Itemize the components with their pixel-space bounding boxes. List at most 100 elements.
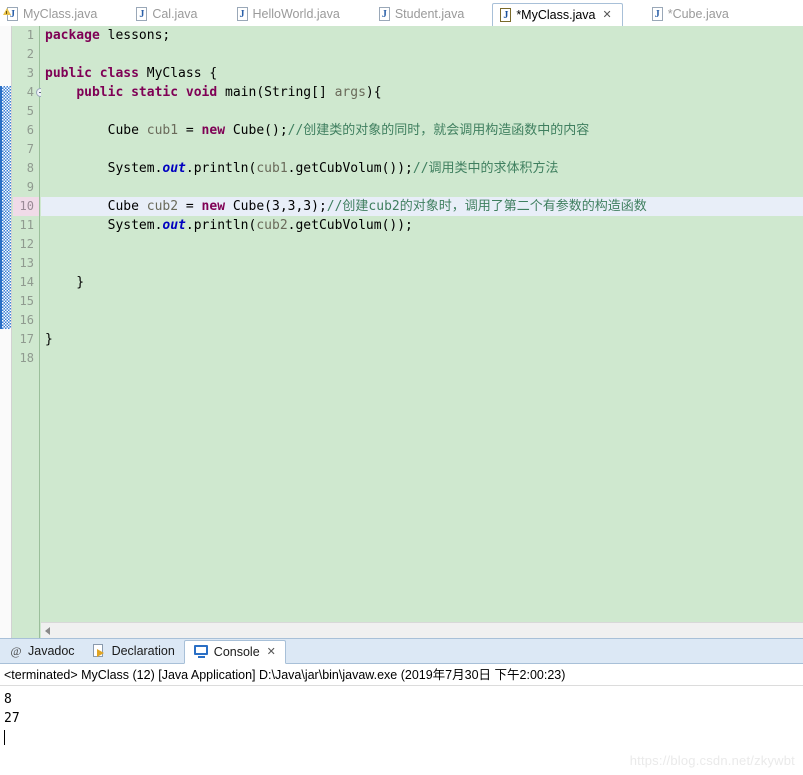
java-letter-glyph: J (239, 8, 245, 20)
code-line-9[interactable] (41, 178, 803, 197)
line-number-14[interactable]: 14 (13, 273, 39, 292)
line-number-1[interactable]: 1 (13, 26, 39, 45)
line-number-4[interactable]: 4 (13, 83, 45, 102)
editor-tab-caljava[interactable]: J Cal.java (129, 2, 207, 26)
code-token-fld: out (162, 161, 186, 176)
java-file-icon: J (651, 6, 664, 22)
line-number-18[interactable]: 18 (13, 349, 39, 368)
code-token-plain: System. (45, 218, 163, 233)
console-caret (4, 730, 5, 745)
code-token-plain: System. (45, 161, 163, 176)
code-line-13[interactable] (41, 254, 803, 273)
line-number-gutter[interactable]: 1 2 3 4 5 6 7 8 9 10 11 12 13 14 15 16 17 18 (13, 26, 45, 638)
code-token-plain: .println( (185, 161, 257, 176)
declaration-arrow-shape (96, 649, 104, 657)
line-number-2[interactable]: 2 (13, 45, 39, 64)
java-letter-glyph: J (139, 8, 145, 20)
panel-tab-console[interactable]: Console ✕ (183, 640, 286, 664)
panel-tab-bar: @ Javadoc Declaration Console ✕ (0, 639, 803, 664)
code-token-kw: package (45, 28, 100, 43)
code-editor[interactable]: 1 2 3 4 5 6 7 8 9 10 11 12 13 14 15 16 17 18 package less… (0, 26, 803, 638)
code-line-18[interactable] (41, 349, 803, 368)
editor-tab-cubejava[interactable]: J *Cube.java (645, 2, 739, 26)
line-number-13[interactable]: 13 (13, 254, 39, 273)
code-line-5[interactable] (41, 102, 803, 121)
console-stand-shape (197, 656, 205, 658)
panel-tab-label: Javadoc (28, 644, 75, 658)
editor-tab-label: Student.java (394, 7, 465, 21)
code-line-10[interactable]: Cube cub2 = new Cube(3,3,3);//创建cub2的对象时… (41, 197, 803, 216)
line-number-5[interactable]: 5 (13, 102, 39, 121)
code-token-plain: Cube(); (225, 123, 288, 138)
code-token-lvar: args (334, 85, 366, 100)
line-number-8[interactable]: 8 (13, 159, 39, 178)
code-line-4[interactable]: public static void main(String[] args){ (41, 83, 803, 102)
line-number-17[interactable]: 17 (13, 330, 39, 349)
java-file-warning-icon: J (3, 6, 19, 22)
line-number-16[interactable]: 16 (13, 311, 39, 330)
editor-tab-myclassjava[interactable]: J MyClass.java (0, 2, 107, 26)
code-line-6[interactable]: Cube cub1 = new Cube();//创建类的对象的同时，就会调用构… (41, 121, 803, 140)
code-line-7[interactable] (41, 140, 803, 159)
code-token-fld: out (162, 218, 186, 233)
code-line-15[interactable] (41, 292, 803, 311)
editor-tab-studentjava[interactable]: J Student.java (372, 2, 475, 26)
tab-close-icon[interactable]: ✕ (603, 9, 612, 21)
java-letter-glyph: J (381, 8, 387, 20)
console-icon (193, 645, 209, 659)
code-token-lvar: cub1 (256, 161, 288, 176)
code-line-12[interactable] (41, 235, 803, 254)
code-token-plain: .getCubVolum()); (287, 218, 413, 233)
panel-tab-declaration[interactable]: Declaration (84, 639, 184, 663)
line-number-7[interactable]: 7 (13, 140, 39, 159)
scroll-left-arrow-icon[interactable] (45, 627, 50, 635)
code-token-plain: MyClass { (138, 66, 218, 81)
code-token-lvar: cub2 (146, 199, 179, 214)
warning-bang-glyph (5, 10, 7, 14)
editor-tab-helloworldjava[interactable]: J HelloWorld.java (230, 2, 350, 26)
line-number-12[interactable]: 12 (13, 235, 39, 254)
panel-tab-javadoc[interactable]: @ Javadoc (0, 639, 84, 663)
console-output-line: 27 (4, 711, 20, 726)
code-token-plain: Cube (45, 123, 147, 138)
code-text-area[interactable]: package lessons; public class MyClass { … (41, 26, 803, 638)
code-token-plain: } (45, 275, 85, 290)
code-line-3[interactable]: public class MyClass { (41, 64, 803, 83)
code-line-1[interactable]: package lessons; (41, 26, 803, 45)
panel-tab-close-icon[interactable]: ✕ (267, 646, 276, 658)
code-token-plain: Cube (45, 199, 147, 214)
editor-tab-label: Cal.java (152, 7, 198, 21)
line-number-9[interactable]: 9 (13, 178, 39, 197)
code-token-plain: } (45, 332, 53, 347)
code-token-plain: lessons; (99, 28, 171, 43)
editor-tab-label: HelloWorld.java (252, 7, 340, 21)
line-number-3[interactable]: 3 (13, 64, 39, 83)
console-process-header: <terminated> MyClass (12) [Java Applicat… (0, 665, 803, 686)
line-number-6[interactable]: 6 (13, 121, 39, 140)
code-token-plain: .println( (185, 218, 257, 233)
line-number-10[interactable]: 10 (13, 197, 39, 216)
code-line-16[interactable] (41, 311, 803, 330)
code-token-kw: public class (45, 66, 139, 81)
java-file-icon: J (236, 6, 249, 22)
code-token-lvar: cub2 (256, 218, 288, 233)
declaration-icon (92, 644, 107, 658)
code-token-plain: = (178, 123, 202, 138)
console-screen-shape (193, 645, 208, 655)
editor-tab-label: *Cube.java (667, 7, 729, 21)
code-line-14[interactable]: } (41, 273, 803, 292)
code-token-kw: new (201, 199, 226, 214)
line-number-15[interactable]: 15 (13, 292, 39, 311)
panel-tab-label: Console (213, 645, 260, 659)
code-line-2[interactable] (41, 45, 803, 64)
code-line-11[interactable]: System.out.println(cub2.getCubVolum()); (41, 216, 803, 235)
code-token-plain: main(String[] (217, 85, 335, 100)
watermark-text: https://blog.csdn.net/zkywbt (629, 753, 795, 768)
line-number-11[interactable]: 11 (13, 216, 39, 235)
code-line-17[interactable]: } (41, 330, 803, 349)
editor-tab-myclassjava[interactable]: J *MyClass.java ✕ (492, 3, 623, 27)
code-line-8[interactable]: System.out.println(cub1.getCubVolum());/… (41, 159, 803, 178)
java-file-icon: J (135, 6, 148, 22)
editor-horizontal-scrollbar[interactable] (41, 622, 803, 638)
code-token-kw: public static void (76, 85, 218, 100)
